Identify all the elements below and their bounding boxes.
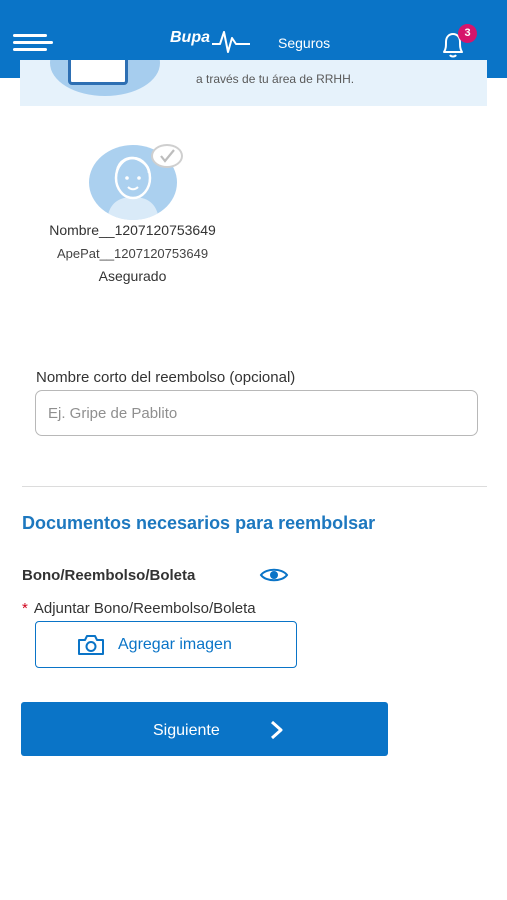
eye-icon[interactable] bbox=[259, 565, 289, 585]
selected-check-icon bbox=[151, 144, 183, 168]
camera-icon bbox=[78, 635, 104, 655]
insured-card[interactable] bbox=[89, 144, 187, 220]
notification-badge: 3 bbox=[458, 24, 477, 43]
documents-section-title: Documentos necesarios para reembolsar bbox=[22, 513, 376, 533]
add-image-button[interactable]: Agregar imagen bbox=[35, 621, 297, 668]
document-type-label: Bono/Reembolso/Boleta bbox=[22, 567, 196, 584]
header-section-title: Seguros bbox=[278, 35, 331, 51]
divider bbox=[22, 486, 487, 487]
insured-name: Nombre__1207120753649 bbox=[49, 222, 216, 238]
next-button-label: Siguiente bbox=[153, 722, 220, 739]
add-image-label: Agregar imagen bbox=[118, 636, 232, 653]
banner-text: a través de tu área de RRHH. bbox=[196, 72, 355, 86]
insured-role: Asegurado bbox=[98, 268, 167, 284]
insured-surname: ApePat__1207120753649 bbox=[56, 246, 209, 261]
chevron-right-icon bbox=[271, 720, 283, 740]
attach-label-text: Adjuntar Bono/Reembolso/Boleta bbox=[33, 600, 256, 617]
required-mark: * bbox=[22, 600, 28, 617]
monitor-icon bbox=[68, 60, 128, 85]
next-button[interactable]: Siguiente bbox=[21, 702, 388, 756]
short-name-label: Nombre corto del reembolso (opcional) bbox=[36, 369, 296, 386]
short-name-input[interactable] bbox=[35, 390, 478, 436]
bupa-logo: Bupa bbox=[168, 26, 252, 56]
attach-document-label: * Adjuntar Bono/Reembolso/Boleta bbox=[22, 600, 256, 617]
hamburger-menu-icon[interactable] bbox=[13, 34, 53, 54]
info-banner: a través de tu área de RRHH. bbox=[20, 60, 487, 106]
